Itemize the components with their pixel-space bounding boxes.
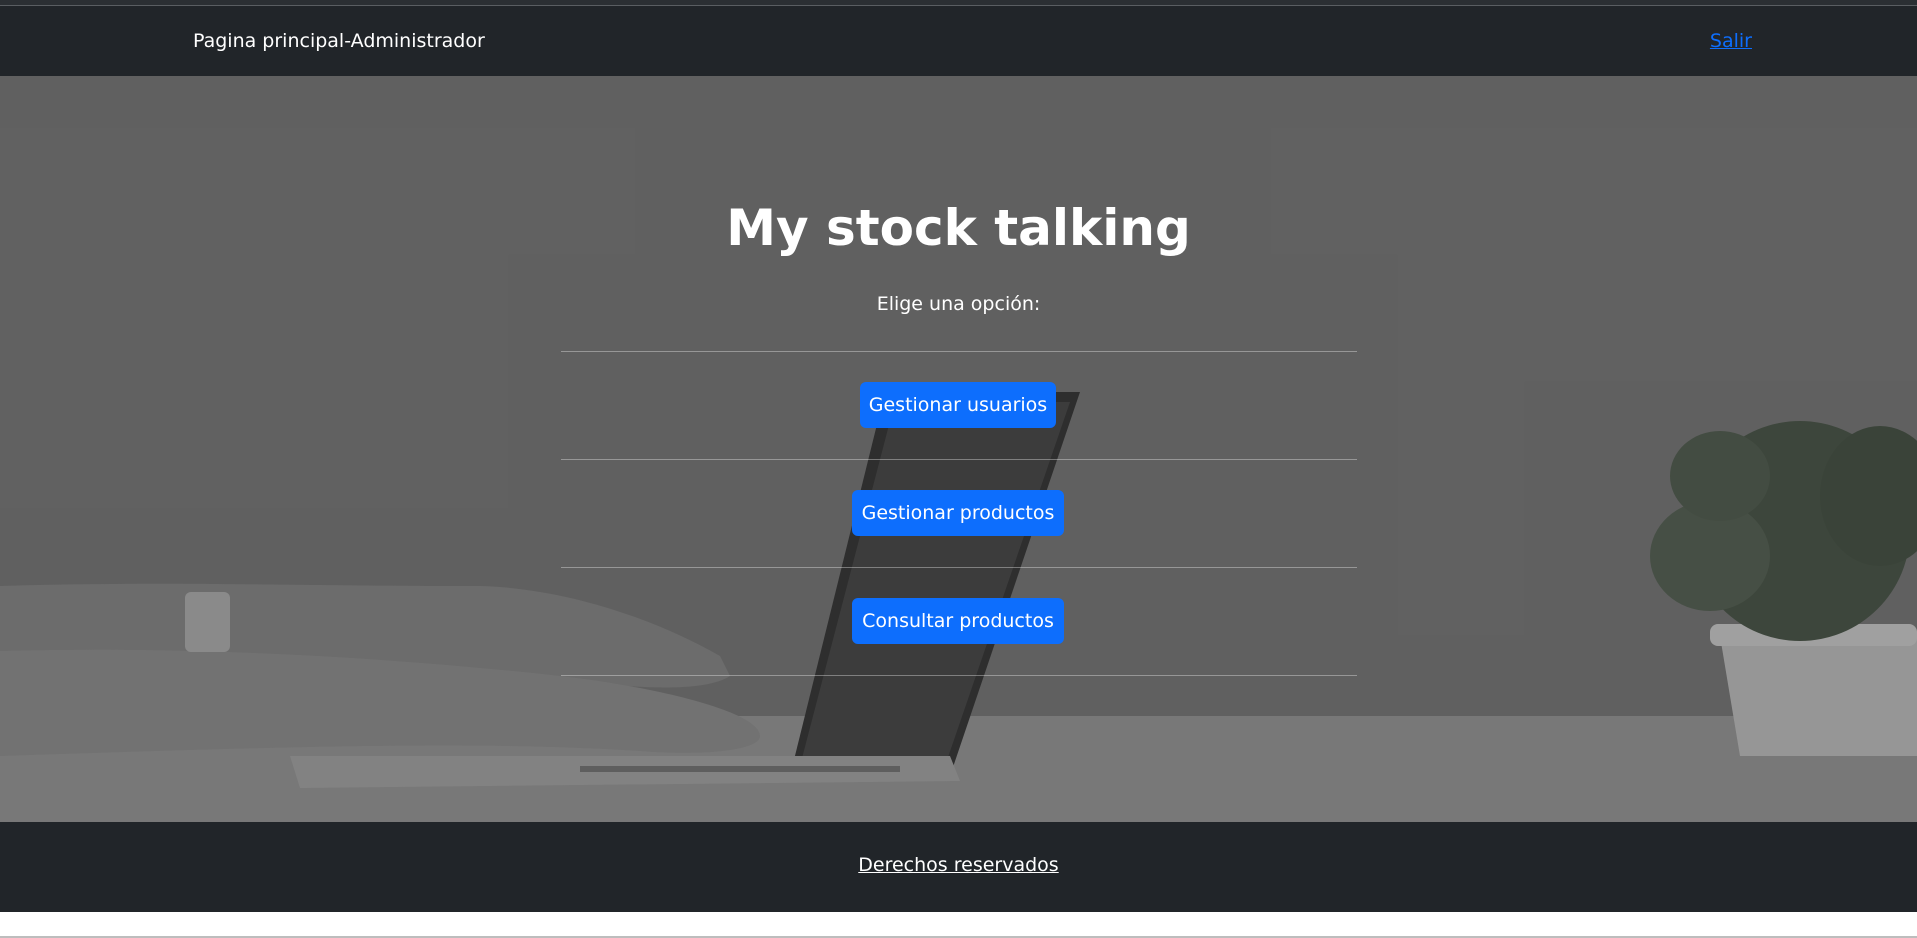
- manage-users-button[interactable]: Gestionar usuarios: [860, 382, 1056, 428]
- manage-products-button[interactable]: Gestionar productos: [852, 490, 1064, 536]
- footer-rights-link[interactable]: Derechos reservados: [0, 854, 1917, 876]
- divider: [561, 675, 1357, 676]
- page-subtitle: Elige una opción:: [876, 293, 1041, 315]
- navbar: Pagina principal-Administrador Salir: [0, 6, 1917, 76]
- view-products-button[interactable]: Consultar productos: [852, 598, 1064, 644]
- footer: Derechos reservados: [0, 822, 1917, 912]
- navbar-brand[interactable]: Pagina principal-Administrador: [193, 30, 485, 52]
- divider: [561, 351, 1357, 352]
- logout-link[interactable]: Salir: [1710, 30, 1752, 52]
- divider: [561, 567, 1357, 568]
- page-title: My stock talking: [726, 199, 1191, 257]
- hero-section: My stock talking Elige una opción: Gesti…: [0, 76, 1917, 822]
- hero-background-image: [0, 76, 1917, 822]
- divider: [561, 459, 1357, 460]
